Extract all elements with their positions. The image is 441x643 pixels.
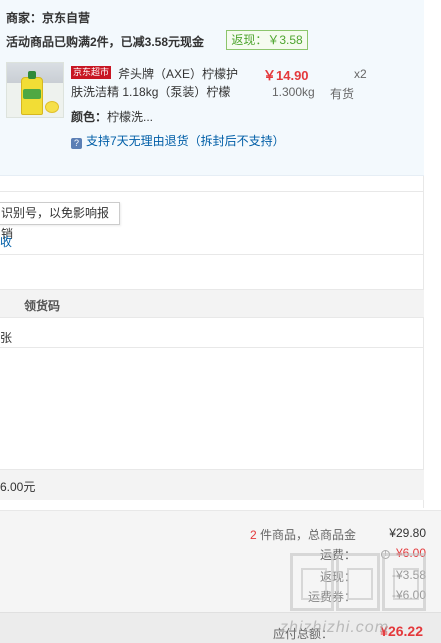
product-color: 颜色：柠檬洗... bbox=[71, 108, 153, 125]
shipping-coupon-label: 运费券： bbox=[307, 590, 356, 604]
payable-label: 应付总额： bbox=[272, 627, 333, 641]
product-name-line1[interactable]: 斧头牌（AXE）柠檬护 bbox=[118, 65, 238, 82]
divider bbox=[0, 254, 424, 255]
product-name-line2[interactable]: 肤洗洁精 1.18kg（泵装）柠檬 bbox=[71, 83, 230, 100]
product-weight: 1.300kg bbox=[272, 85, 315, 99]
divider bbox=[0, 347, 424, 348]
shipping-row: 运费： ! ¥6.00 bbox=[236, 546, 426, 563]
product-thumbnail[interactable] bbox=[6, 62, 64, 118]
question-icon: ? bbox=[71, 138, 82, 149]
collapse-link[interactable]: 收 bbox=[0, 233, 12, 250]
payable-total-bar: 应付总额： ¥26.22 bbox=[0, 612, 441, 643]
color-label: 颜色： bbox=[71, 110, 108, 124]
goods-total-value: ¥29.80 bbox=[389, 526, 426, 540]
item-count: 2 bbox=[249, 528, 257, 542]
promo-text: 活动商品已购满2件，已减3.58元现金 bbox=[6, 35, 205, 49]
right-border bbox=[423, 176, 424, 508]
color-value: 柠檬洗... bbox=[107, 110, 154, 124]
rebate-label: 返现： bbox=[319, 570, 356, 584]
divider bbox=[0, 191, 424, 192]
rebate-row: 返现： -¥3.58 bbox=[236, 568, 426, 585]
shop-order-panel: 商家：京东自营 活动商品已购满2件，已减3.58元现金 返现：￥3.58 京东超… bbox=[0, 0, 424, 176]
amount-value: 6.00元 bbox=[0, 480, 36, 494]
invoice-tooltip: 识别号，以免影响报销 bbox=[0, 202, 120, 241]
pickup-code-header: 领货码 bbox=[0, 289, 424, 318]
goods-total-row: 2 件商品，总商品金 ¥29.80 bbox=[196, 526, 426, 543]
jd-supermarket-badge: 京东超市 bbox=[71, 66, 112, 79]
return-policy-link[interactable]: ? 支持7天无理由退货（拆封后不支持） bbox=[71, 132, 285, 149]
product-price: ￥14.90 bbox=[263, 68, 309, 83]
shipping-value: ¥6.00 bbox=[395, 546, 426, 560]
order-summary: 2 件商品，总商品金 ¥29.80 运费： ! ¥6.00 返现： -¥3.58 … bbox=[0, 510, 441, 643]
payable-value: ¥26.22 bbox=[380, 623, 423, 639]
pickup-code-cell: 张 bbox=[0, 331, 13, 345]
rebate-badge: 返现：￥3.58 bbox=[226, 30, 308, 50]
return-policy-text: 支持7天无理由退货（拆封后不支持） bbox=[86, 134, 285, 148]
merchant-name: 商家：京东自营 bbox=[6, 11, 91, 25]
amount-bar: 6.00元 bbox=[0, 469, 424, 500]
pickup-code-title: 领货码 bbox=[24, 299, 61, 313]
info-icon[interactable]: ! bbox=[380, 550, 390, 559]
shipping-label: 运费： bbox=[319, 548, 356, 562]
stock-status: 有货 bbox=[330, 87, 355, 101]
shipping-coupon-row: 运费券： -¥6.00 bbox=[236, 588, 426, 605]
shipping-coupon-value: -¥6.00 bbox=[391, 588, 426, 602]
product-quantity: x2 bbox=[354, 67, 367, 81]
rebate-value: -¥3.58 bbox=[391, 568, 426, 582]
goods-total-label: 件商品，总商品金 bbox=[256, 528, 356, 542]
